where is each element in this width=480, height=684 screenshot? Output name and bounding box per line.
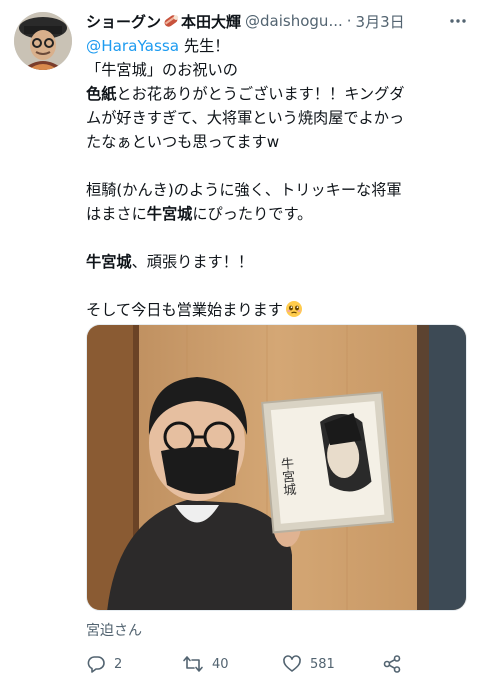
meat-emoji-icon	[164, 14, 179, 27]
photo-caption[interactable]: 宮迫さん	[86, 620, 142, 640]
tweet-header: ショーグン 本田大輝 @daishogu... · 3月3日	[86, 8, 468, 34]
tweet-line-5: たなぁといつも思ってますw	[86, 133, 280, 151]
tweet-line-8-bold: 牛宮城	[86, 253, 132, 271]
tweet-line-8: 、頑張ります！！	[131, 253, 254, 271]
mention-link[interactable]: @HaraYassa	[86, 37, 179, 55]
retweet-count: 40	[212, 656, 229, 672]
tweet-line-2: 「牛宮城」のお祝いの	[86, 61, 238, 79]
separator-dot: ·	[346, 12, 352, 30]
tweet-text: @HaraYassa 先生！ 「牛宮城」のお祝いの 色紙とお花ありがとうございま…	[86, 34, 468, 322]
tweet-line-7b: にぴったりです。	[192, 205, 313, 223]
tweet-date[interactable]: 3月3日	[356, 11, 405, 32]
share-button[interactable]	[382, 650, 402, 678]
reply-icon	[86, 654, 106, 674]
reply-count: 2	[114, 656, 123, 672]
user-handle[interactable]: @daishogu...	[245, 12, 343, 30]
like-button[interactable]: 581	[282, 650, 335, 678]
display-name-prefix: ショーグン	[86, 12, 162, 31]
display-name[interactable]: ショーグン 本田大輝	[86, 11, 241, 32]
reply-button[interactable]: 2	[86, 650, 122, 678]
display-name-suffix: 本田大輝	[181, 12, 242, 31]
tweet-card[interactable]: ショーグン 本田大輝 @daishogu... · 3月3日 @HaraYassa…	[0, 0, 480, 684]
tweet-line-3-bold: 色紙	[86, 85, 117, 103]
tweet-content: ショーグン 本田大輝 @daishogu... · 3月3日 @HaraYassa…	[86, 8, 468, 322]
tweet-line-6: 桓騎(かんき)のように強く、トリッキーな将軍	[86, 181, 402, 199]
retweet-button[interactable]: 40	[182, 650, 229, 678]
tweet-line-7a: はまさに	[86, 205, 147, 223]
pleading-face-emoji-icon	[285, 301, 302, 317]
like-count: 581	[310, 656, 335, 672]
more-icon[interactable]	[448, 11, 468, 31]
share-icon	[382, 654, 402, 674]
tweet-line-3: とお花ありがとうございます！！キングダ	[116, 85, 405, 103]
tweet-photo[interactable]: 牛宮城	[86, 324, 467, 611]
heart-icon	[282, 654, 302, 674]
retweet-icon	[182, 654, 204, 674]
tweet-line-4: ムが好きすぎて、大将軍という焼肉屋でよかっ	[86, 109, 405, 127]
action-bar: 2 40 581	[86, 650, 416, 678]
tweet-line-9: そして今日も営業始まります	[86, 301, 283, 319]
tweet-line-7-bold: 牛宮城	[146, 205, 193, 223]
avatar[interactable]	[14, 12, 72, 70]
tweet-line-1: 先生！	[179, 37, 230, 55]
